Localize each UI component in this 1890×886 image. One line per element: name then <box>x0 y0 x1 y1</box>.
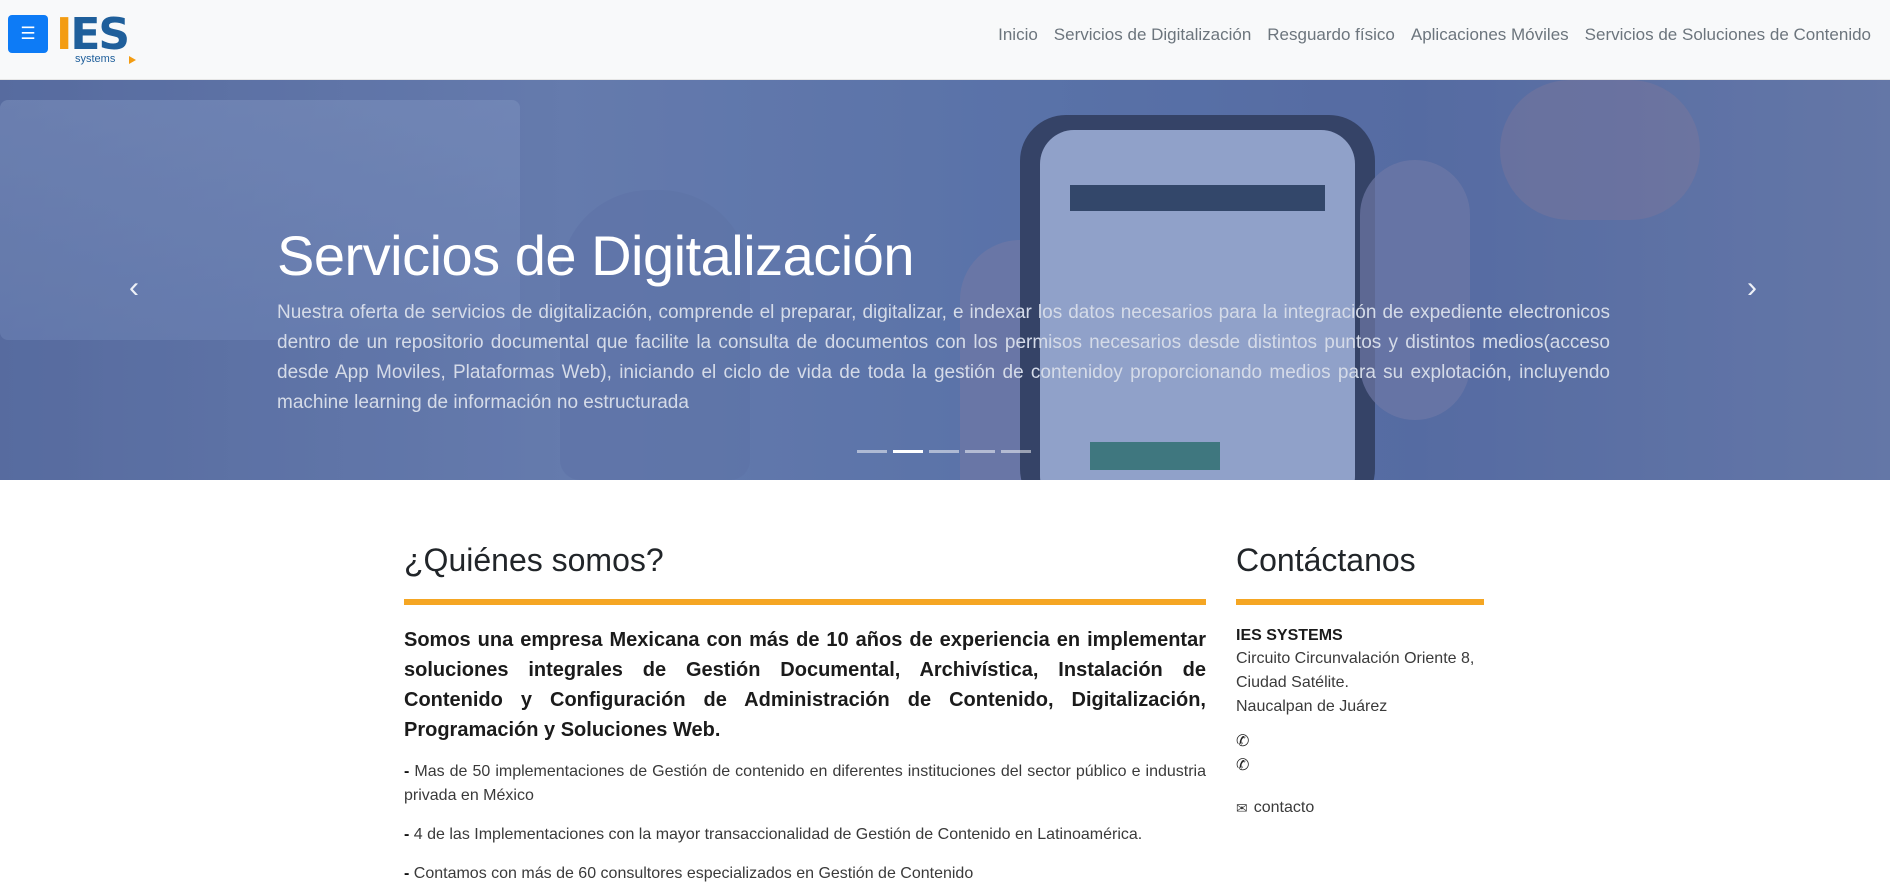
logo-triangle-icon <box>129 56 136 64</box>
nav-links: Inicio Servicios de Digitalización Resgu… <box>990 24 1871 46</box>
nav-link-inicio[interactable]: Inicio <box>990 24 1046 46</box>
chevron-left-icon: ‹ <box>129 271 139 304</box>
carousel-indicator-2[interactable] <box>893 450 923 453</box>
about-divider <box>404 599 1206 605</box>
carousel-indicator-5[interactable] <box>1001 450 1031 453</box>
company-name: IES SYSTEMS <box>1236 627 1343 644</box>
logo-mark: IES <box>56 9 130 60</box>
list-item: - Contamos con más de 60 consultores esp… <box>404 865 974 882</box>
carousel-indicator-1[interactable] <box>857 450 887 453</box>
contact-section: Contáctanos IES SYSTEMS Circuito Circunv… <box>1236 540 1484 817</box>
contact-divider <box>1236 599 1484 605</box>
about-lead: Somos una empresa Mexicana con más de 10… <box>404 629 1206 741</box>
phone-list: ✆ ✆ <box>1236 731 1484 777</box>
menu-toggle-button[interactable]: ☰ <box>8 15 48 53</box>
address-line: Circuito Circunvalación Oriente 8, <box>1236 650 1475 667</box>
phone-icon[interactable]: ✆ <box>1236 731 1484 753</box>
carousel-prev-button[interactable]: ‹ <box>114 268 154 308</box>
carousel-indicator-3[interactable] <box>929 450 959 453</box>
address-line: Naucalpan de Juárez <box>1236 698 1388 715</box>
logo-subtitle: systems <box>75 53 116 65</box>
nav-link-soluciones-contenido[interactable]: Servicios de Soluciones de Contenido <box>1577 24 1871 46</box>
address-line: Ciudad Satélite. <box>1236 674 1349 691</box>
hero-description: Nuestra oferta de servicios de digitaliz… <box>277 302 1610 413</box>
nav-link-digitalizacion[interactable]: Servicios de Digitalización <box>1046 24 1259 46</box>
hero-carousel: Servicios de Digitalización Nuestra ofer… <box>0 80 1890 480</box>
navbar: ☰ IES systems Inicio Servicios de Digita… <box>0 0 1890 80</box>
carousel-indicator-4[interactable] <box>965 450 995 453</box>
nav-link-apps-moviles[interactable]: Aplicaciones Móviles <box>1403 24 1577 46</box>
phone-icon[interactable]: ✆ <box>1236 755 1484 777</box>
carousel-next-button[interactable]: › <box>1732 268 1772 308</box>
contact-title: Contáctanos <box>1236 542 1416 578</box>
chevron-right-icon: › <box>1747 271 1757 304</box>
list-item: - Mas de 50 implementaciones de Gestión … <box>404 763 1206 804</box>
hero-title: Servicios de Digitalización <box>277 224 915 287</box>
email-link[interactable]: ✉ contacto <box>1236 799 1484 817</box>
list-item: - 4 de las Implementaciones con la mayor… <box>404 826 1143 843</box>
about-section: ¿Quiénes somos? Somos una empresa Mexica… <box>404 540 1206 886</box>
carousel-indicators <box>857 450 1031 453</box>
hamburger-icon: ☰ <box>20 24 36 43</box>
about-title: ¿Quiénes somos? <box>404 542 664 578</box>
nav-link-resguardo[interactable]: Resguardo físico <box>1259 24 1403 46</box>
envelope-icon: ✉ <box>1236 799 1248 816</box>
email-text: contacto <box>1253 799 1315 816</box>
logo[interactable]: IES systems <box>56 12 140 68</box>
